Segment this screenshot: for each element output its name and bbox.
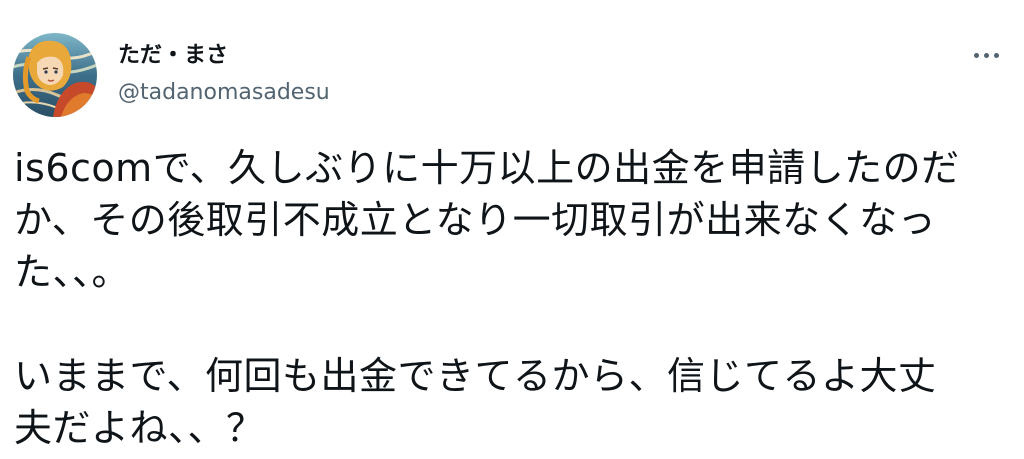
tweet-card: ただ・まさ @tadanomasadesu is6comで、久しぶりに十万以上の… bbox=[0, 0, 1024, 459]
more-options-icon bbox=[973, 52, 999, 58]
tweet-text-line: か、その後取引不成立となり一切取引が出来なくなっ bbox=[14, 198, 937, 242]
tweet-paragraph: is6comで、久しぶりに十万以上の出金を申請したのだ か、その後取引不成立とな… bbox=[14, 142, 1004, 298]
author-display-name[interactable]: ただ・まさ bbox=[118, 42, 228, 70]
tweet-text-line: いままで、何回も出金できてるから、信じてるよ大丈 bbox=[14, 354, 937, 398]
tweet-text-line: is6comで、久しぶりに十万以上の出金を申請したのだ bbox=[14, 146, 960, 190]
more-options-button[interactable] bbox=[964, 40, 1008, 70]
avatar[interactable] bbox=[13, 33, 97, 117]
avatar-illustration-icon bbox=[13, 33, 97, 117]
tweet-text-line: 夫だよね、、？ bbox=[14, 406, 265, 450]
tweet-text-line: た、、。 bbox=[14, 250, 131, 294]
author-handle[interactable]: @tadanomasadesu bbox=[118, 79, 330, 107]
tweet-paragraph: いままで、何回も出金できてるから、信じてるよ大丈 夫だよね、、？ bbox=[14, 350, 1004, 454]
tweet-text: is6comで、久しぶりに十万以上の出金を申請したのだ か、その後取引不成立とな… bbox=[14, 142, 1004, 454]
